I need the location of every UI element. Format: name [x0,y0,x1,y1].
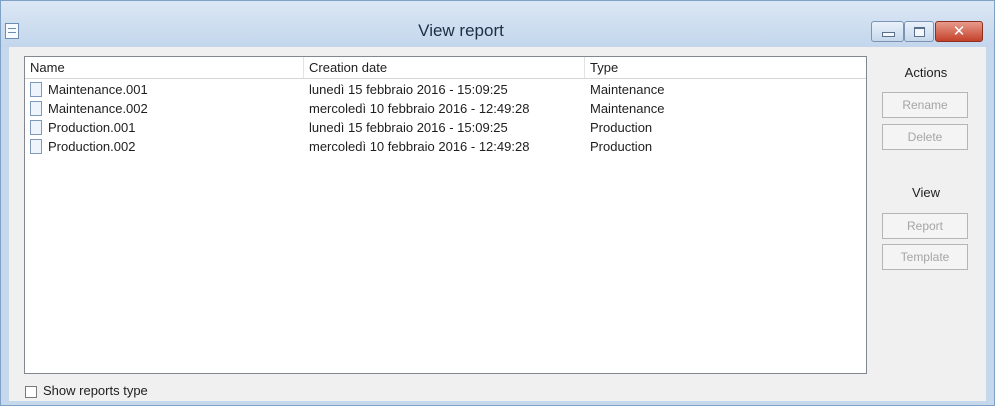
list-header: Name Creation date Type [25,57,866,79]
report-creation-date: lunedì 15 febbraio 2016 - 15:09:25 [309,82,508,97]
list-item[interactable]: Production.001 lunedì 15 febbraio 2016 -… [25,119,866,138]
rename-button[interactable]: Rename [882,92,968,118]
window-title: View report [418,21,504,40]
report-creation-date: lunedì 15 febbraio 2016 - 15:09:25 [309,120,508,135]
report-file-icon [30,120,42,135]
reports-list[interactable]: Name Creation date Type Maintenance.001 … [24,56,867,374]
actions-group-title: Actions [904,65,948,80]
report-name: Production.001 [48,120,136,135]
maximize-button[interactable] [904,21,934,42]
list-item[interactable]: Maintenance.001 lunedì 15 febbraio 2016 … [25,81,866,100]
maximize-icon [914,27,925,37]
close-button[interactable]: ✕ [935,21,983,42]
close-icon: ✕ [952,23,966,40]
show-reports-type-label[interactable]: Show reports type [43,383,148,398]
report-creation-date: mercoledì 10 febbraio 2016 - 12:49:28 [309,101,530,116]
report-type: Production [590,120,653,135]
report-name: Maintenance.002 [48,101,148,116]
list-item[interactable]: Production.002 mercoledì 10 febbraio 201… [25,138,866,157]
column-header-type[interactable]: Type [585,57,866,78]
report-type: Maintenance [590,82,665,97]
report-button[interactable]: Report [882,213,968,239]
minimize-icon [882,32,895,37]
report-type: Maintenance [590,101,665,116]
title-bar[interactable]: View report ✕ [1,1,994,47]
report-file-icon [30,139,42,154]
view-group-title: View [912,185,940,200]
column-header-name[interactable]: Name [25,57,304,78]
column-header-creation-date[interactable]: Creation date [304,57,585,78]
dialog-body: Name Creation date Type Maintenance.001 … [9,47,986,401]
report-file-icon [30,82,42,97]
report-creation-date: mercoledì 10 febbraio 2016 - 12:49:28 [309,139,530,154]
report-type: Production [590,139,653,154]
show-reports-type-checkbox[interactable] [25,386,37,398]
report-name: Maintenance.001 [48,82,148,97]
list-item[interactable]: Maintenance.002 mercoledì 10 febbraio 20… [25,100,866,119]
view-report-window: View report ✕ Name Creation date Type Ma… [0,0,995,406]
minimize-button[interactable] [871,21,904,42]
report-file-icon [30,101,42,116]
template-button[interactable]: Template [882,244,968,270]
delete-button[interactable]: Delete [882,124,968,150]
report-name: Production.002 [48,139,136,154]
